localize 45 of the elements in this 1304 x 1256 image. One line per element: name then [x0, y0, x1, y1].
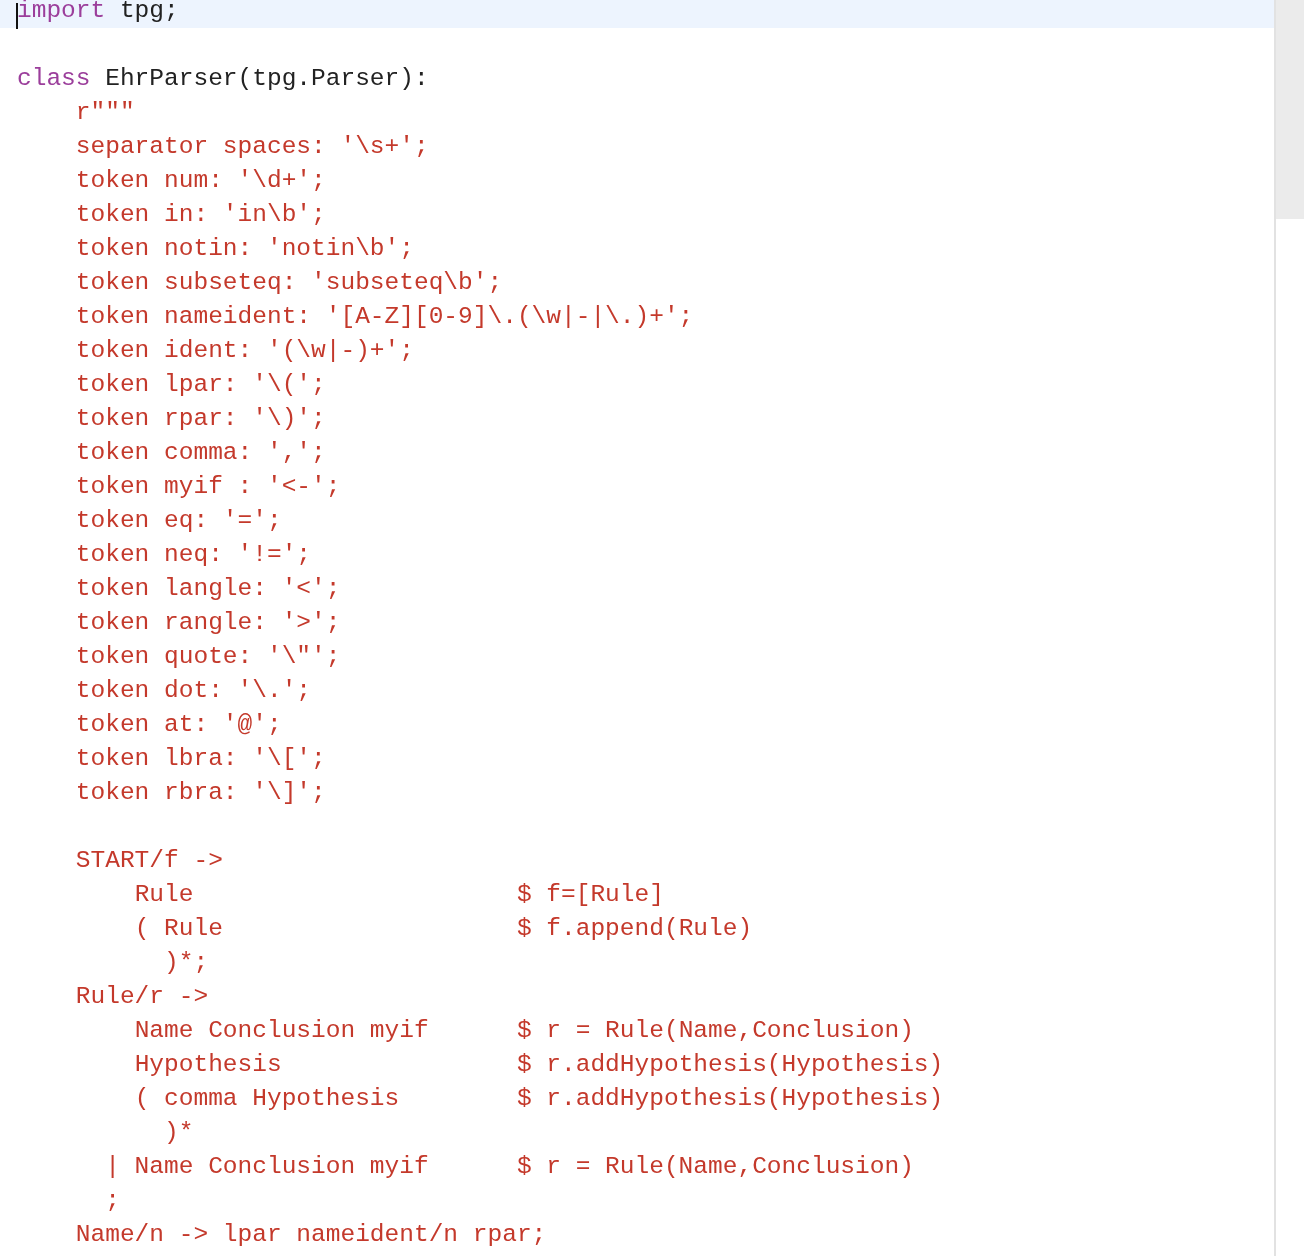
string-literal: ;	[105, 1187, 120, 1214]
string-literal: token eq: '=';	[75, 507, 282, 534]
string-literal: token myif : '<-';	[75, 473, 341, 500]
string-literal: Hypothesis	[134, 1051, 282, 1078]
string-literal: r"""	[75, 99, 135, 126]
string-literal: token lpar: '\(';	[75, 371, 326, 398]
keyword: class	[17, 65, 91, 92]
string-literal: Rule/r ->	[75, 983, 209, 1010]
scrollbar[interactable]	[1274, 0, 1304, 1256]
string-literal: $ r = Rule(Name,Conclusion)	[516, 1017, 914, 1044]
string-literal: token lbra: '\[';	[75, 745, 326, 772]
string-literal: )*;	[164, 949, 209, 976]
keyword: import	[17, 0, 106, 24]
string-literal: Name/n -> lpar nameident/n rpar;	[75, 1221, 547, 1248]
string-literal: token rpar: '\)';	[75, 405, 326, 432]
string-literal: $ f.append(Rule)	[516, 915, 753, 942]
code-text: EhrParser(tpg.Parser):	[105, 65, 429, 92]
string-literal: $ r.addHypothesis(Hypothesis)	[516, 1051, 944, 1078]
string-literal: $ f=[Rule]	[516, 881, 664, 908]
string-literal: token num: '\d+';	[75, 167, 326, 194]
string-literal: Rule	[134, 881, 194, 908]
string-literal: token rangle: '>';	[75, 609, 341, 636]
string-literal: separator spaces: '\s+';	[75, 133, 429, 160]
scrollbar-thumb[interactable]	[1276, 0, 1304, 219]
string-literal: Name Conclusion myif	[134, 1017, 429, 1044]
string-literal: $ r.addHypothesis(Hypothesis)	[516, 1085, 944, 1112]
string-literal: token nameident: '[A-Z][0-9]\.(\w|-|\.)+';	[75, 303, 694, 330]
string-literal: token dot: '\.';	[75, 677, 312, 704]
string-literal: token ident: '(\w|-)+';	[75, 337, 414, 364]
string-literal: )*	[164, 1119, 194, 1146]
string-literal: token subseteq: 'subseteq\b';	[75, 269, 503, 296]
string-literal: START/f ->	[75, 847, 223, 874]
string-literal: token neq: '!=';	[75, 541, 312, 568]
string-literal: token quote: '\"';	[75, 643, 341, 670]
string-literal: token notin: 'notin\b';	[75, 235, 414, 262]
string-literal: token comma: ',';	[75, 439, 326, 466]
string-literal: | Name Conclusion myif	[105, 1153, 429, 1180]
string-literal: ( comma Hypothesis	[134, 1085, 400, 1112]
string-literal: $ r = Rule(Name,Conclusion)	[516, 1153, 914, 1180]
string-literal: token rbra: '\]';	[75, 779, 326, 806]
string-literal: token langle: '<';	[75, 575, 341, 602]
string-literal: token in: 'in\b';	[75, 201, 326, 228]
string-literal: token at: '@';	[75, 711, 282, 738]
code-text: tpg;	[119, 0, 179, 24]
string-literal: ( Rule	[134, 915, 223, 942]
